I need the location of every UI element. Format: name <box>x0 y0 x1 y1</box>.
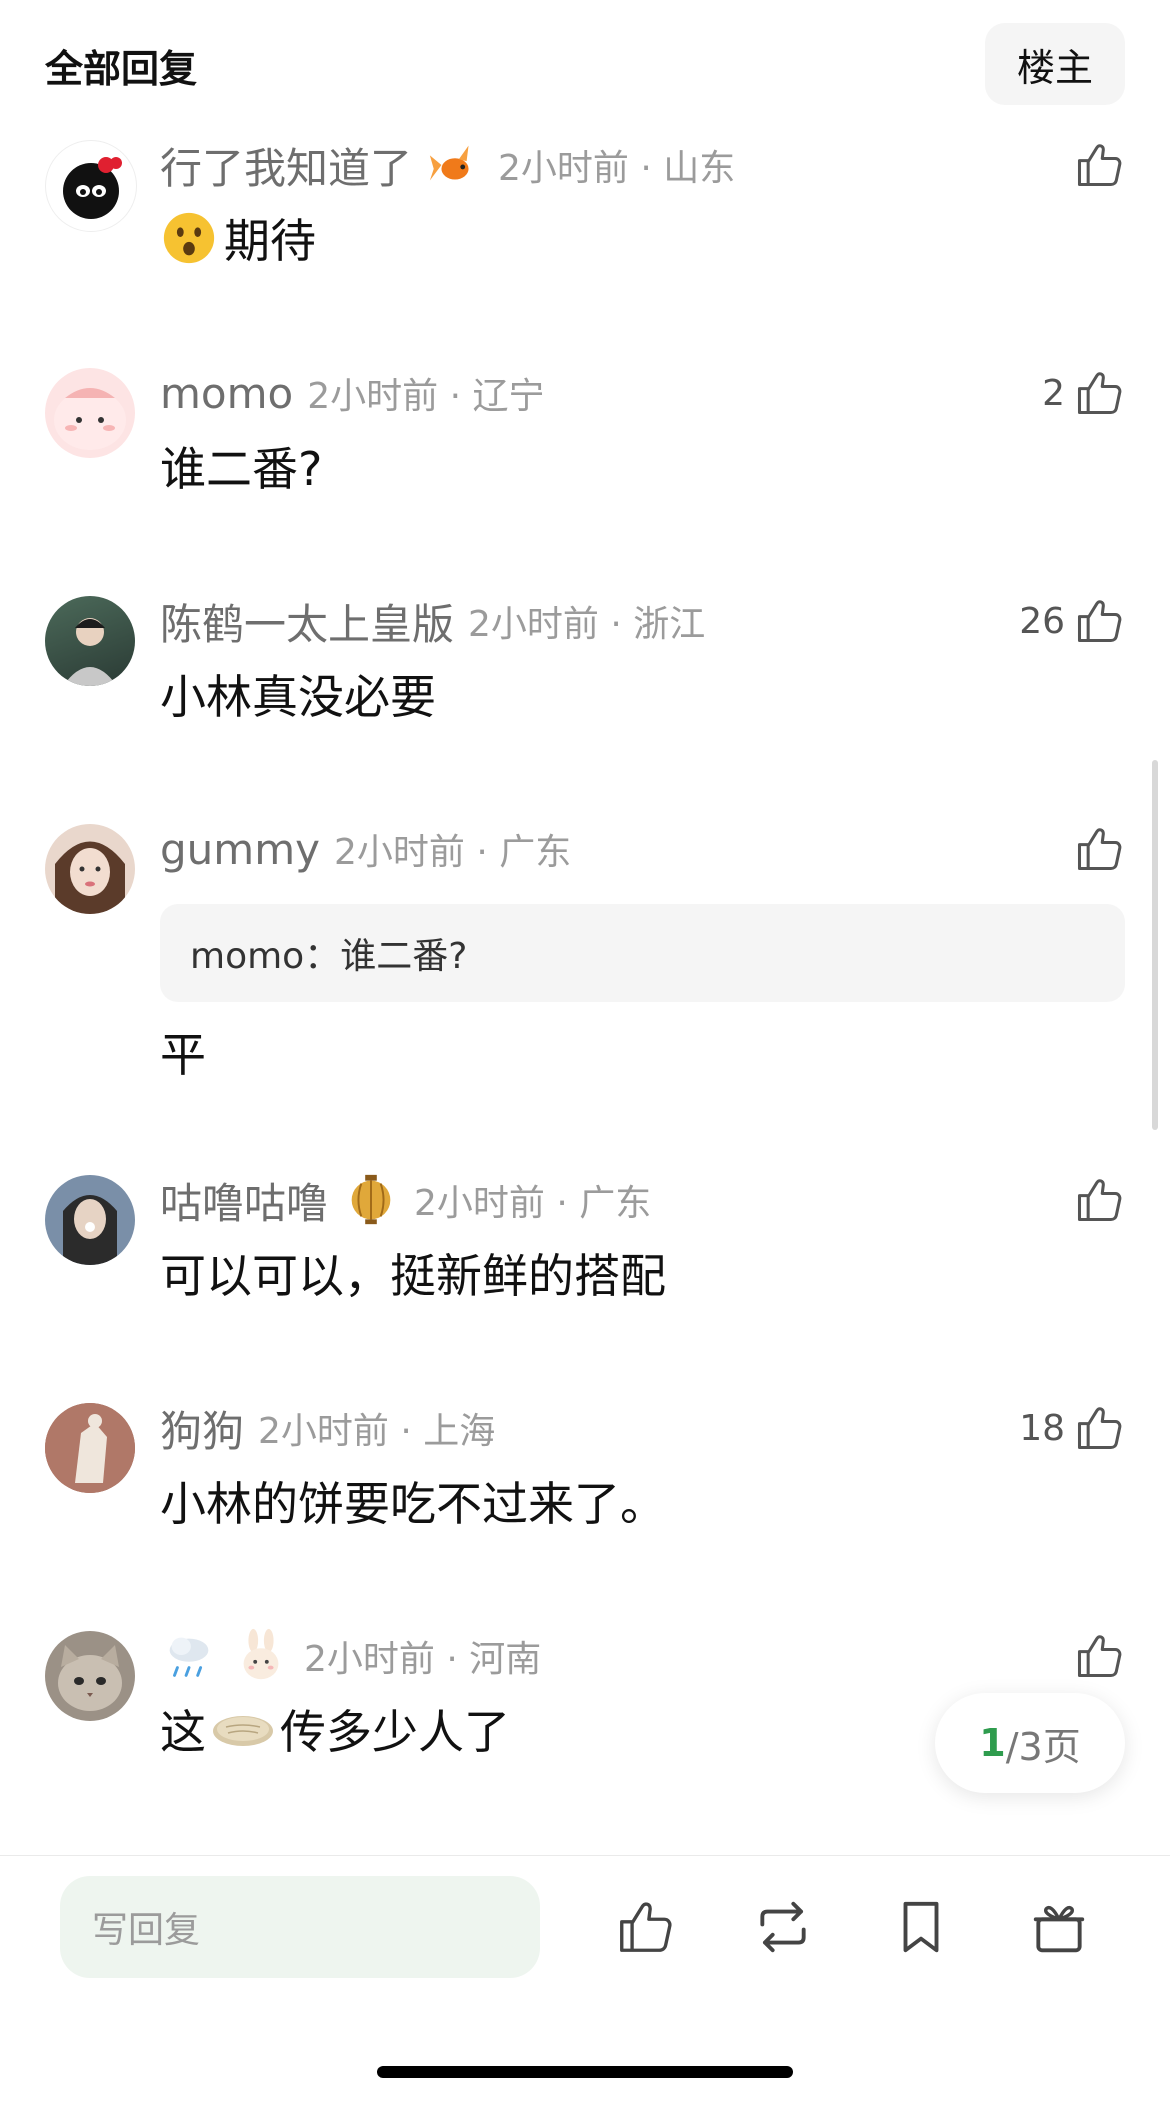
avatar[interactable] <box>45 140 137 232</box>
comment-meta: 陈鹤一太上皇版 2小时前 · 浙江 <box>160 591 705 651</box>
time-location: 2小时前 · 山东 <box>498 148 736 189</box>
home-indicator[interactable] <box>377 2066 793 2078</box>
avatar[interactable] <box>45 824 135 914</box>
thumbs-up-icon <box>1073 367 1125 419</box>
thumbs-up-icon <box>1073 1630 1125 1682</box>
like-button[interactable] <box>1065 1626 1125 1686</box>
comment-text: 这 传多少人了 <box>160 1696 510 1762</box>
thumbs-up-icon <box>1073 595 1125 647</box>
comment-meta: 咕噜咕噜 2小时前 · 广东 <box>160 1170 651 1230</box>
like-count: 2 <box>1042 372 1065 414</box>
username[interactable]: momo <box>160 369 293 418</box>
like-button[interactable]: 2 <box>1042 363 1125 423</box>
comment-meta: gummy 2小时前 · 广东 <box>160 819 571 879</box>
time-location: 2小时前 · 浙江 <box>468 604 706 645</box>
page-title: 全部回复 <box>45 47 198 91</box>
comment-text: 可以可以，挺新鲜的搭配 <box>160 1249 666 1303</box>
like-count: 26 <box>1019 600 1065 642</box>
like-button[interactable]: 18 <box>1019 1398 1125 1458</box>
thumbs-up-icon <box>1073 1174 1125 1226</box>
thumbs-up-icon <box>620 1902 672 1952</box>
thumbs-up-icon <box>1073 1402 1125 1454</box>
thumbs-up-icon <box>1073 823 1125 875</box>
comment-text: 小林的饼要吃不过来了。 <box>160 1477 666 1531</box>
comment-text: 期待 <box>160 205 316 271</box>
time-location: 2小时前 · 河南 <box>304 1639 542 1680</box>
comment-text: 平 <box>160 1028 206 1082</box>
page-indicator[interactable]: 1 /3页 <box>935 1693 1125 1793</box>
reply-input[interactable]: 写回复 <box>60 1876 540 1978</box>
comment-meta: momo 2小时前 · 辽宁 <box>160 363 544 423</box>
comment-text: 小林真没必要 <box>160 670 436 724</box>
bookmark-icon <box>903 1901 939 1953</box>
time-location: 2小时前 · 广东 <box>333 832 572 873</box>
comment-meta: 行了我知道了 2小时前 · 山东 <box>160 135 735 195</box>
like-button[interactable] <box>1065 1170 1125 1230</box>
like-button[interactable] <box>612 1894 678 1960</box>
time-location: 2小时前 · 广东 <box>414 1183 652 1224</box>
rain-cloud-icon <box>160 1627 218 1685</box>
comment-text-content: 期待 <box>224 214 316 268</box>
bookmark-button[interactable] <box>888 1894 954 1960</box>
repost-button[interactable] <box>750 1894 816 1960</box>
time-location: 2小时前 · 上海 <box>258 1411 496 1452</box>
repost-icon <box>760 1901 806 1953</box>
avatar[interactable] <box>45 1175 135 1265</box>
bunny-icon <box>232 1627 290 1685</box>
username[interactable]: 狗狗 <box>160 1398 244 1459</box>
time-location: 2小时前 · 辽宁 <box>307 376 545 417</box>
pancake-icon <box>210 1709 276 1749</box>
quoted-reply[interactable]: momo：谁二番? <box>160 904 1125 1002</box>
avatar[interactable] <box>45 1403 135 1493</box>
gift-button[interactable] <box>1026 1894 1092 1960</box>
total-pages: /3页 <box>1005 1724 1081 1769</box>
comment-meta: 2小时前 · 河南 <box>160 1626 541 1686</box>
comment-text-before: 这 <box>160 1705 206 1759</box>
comment-text-after: 传多少人了 <box>280 1705 510 1759</box>
thumbs-up-icon <box>1073 139 1125 191</box>
scrollbar[interactable] <box>1152 760 1158 1130</box>
avatar[interactable] <box>45 368 135 458</box>
current-page: 1 <box>979 1721 1006 1765</box>
like-button[interactable] <box>1065 135 1125 195</box>
like-button[interactable]: 26 <box>1019 591 1125 651</box>
avatar[interactable] <box>45 1631 135 1721</box>
goldfish-icon <box>426 136 484 194</box>
like-count: 18 <box>1019 1407 1065 1449</box>
comment-meta: 狗狗 2小时前 · 上海 <box>160 1398 495 1458</box>
username[interactable]: 咕噜咕噜 <box>160 1170 328 1231</box>
gift-icon <box>1033 1905 1085 1953</box>
floor-owner-button[interactable]: 楼主 <box>985 23 1125 105</box>
like-button[interactable] <box>1065 819 1125 879</box>
username[interactable]: gummy <box>160 825 320 874</box>
avatar[interactable] <box>45 596 135 686</box>
username[interactable]: 行了我知道了 <box>160 135 412 196</box>
surprised-face-icon <box>160 209 218 267</box>
comment-text: 谁二番? <box>160 442 323 496</box>
lantern-icon <box>342 1171 400 1229</box>
username[interactable]: 陈鹤一太上皇版 <box>160 591 454 652</box>
